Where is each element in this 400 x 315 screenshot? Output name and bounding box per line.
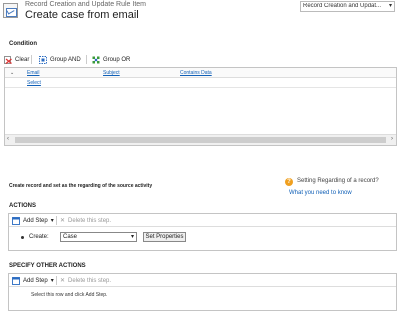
add-step-button[interactable]: Add Step ▾: [12, 275, 54, 286]
create-entity-select[interactable]: Case ▾: [60, 232, 137, 242]
toolbar-divider: [56, 216, 57, 225]
group-or-label: Group OR: [103, 56, 131, 63]
delete-icon: ✕: [60, 218, 66, 224]
entity-title: Record Creation and Update Rule Item: [25, 1, 147, 8]
condition-column-subject[interactable]: Subject: [103, 70, 120, 76]
actions-panel: Add Step ▾ ✕ Delete this step. Create: C…: [8, 213, 397, 251]
add-step-icon: [12, 276, 20, 285]
chevron-down-icon: ▾: [130, 234, 134, 240]
condition-row-select[interactable]: Select: [27, 80, 41, 86]
collapse-chevron-icon[interactable]: ⌄: [10, 70, 14, 76]
record-rule-icon: [3, 3, 18, 18]
delete-step-label: Delete this step.: [68, 217, 112, 224]
delete-icon: ✕: [60, 278, 66, 284]
actions-toolbar: Add Step ▾ ✕ Delete this step.: [9, 214, 396, 227]
step-bullet: [21, 236, 24, 239]
record-selector-value: Record Creation and Updat...: [303, 3, 382, 9]
help-icon: ?: [285, 178, 293, 186]
other-actions-toolbar: Add Step ▾ ✕ Delete this step.: [9, 274, 396, 287]
chevron-down-icon: ▾: [388, 3, 392, 9]
action-step-row[interactable]: Create: Case ▾ Set Properties: [9, 232, 396, 246]
create-entity-value: Case: [63, 234, 78, 240]
delete-step-label: Delete this step.: [68, 277, 112, 284]
clear-icon: [4, 55, 12, 64]
add-step-button[interactable]: Add Step ▾: [12, 215, 54, 226]
delete-step-button[interactable]: ✕ Delete this step.: [60, 215, 111, 226]
scroll-right-icon[interactable]: ›: [391, 136, 393, 142]
set-properties-button[interactable]: Set Properties: [143, 232, 186, 242]
add-step-icon: [12, 216, 20, 225]
toolbar-divider: [56, 276, 57, 285]
add-step-label: Add Step: [23, 277, 48, 284]
condition-column-contains-data[interactable]: Contains Data: [180, 70, 212, 76]
clear-button[interactable]: Clear: [4, 54, 29, 65]
group-or-button[interactable]: Group OR: [92, 54, 130, 65]
condition-grid: ⌄ Email Subject Contains Data Select ‹ ›: [4, 67, 397, 146]
group-or-icon: [92, 56, 100, 64]
actions-label: ACTIONS: [9, 203, 36, 209]
scroll-left-icon[interactable]: ‹: [7, 136, 9, 142]
other-actions-label: SPECIFY OTHER ACTIONS: [9, 263, 86, 269]
create-label: Create:: [29, 234, 49, 240]
group-and-button[interactable]: Group AND: [39, 54, 81, 65]
help-link[interactable]: What you need to know: [289, 190, 352, 196]
add-step-label: Add Step: [23, 217, 48, 224]
record-selector[interactable]: Record Creation and Updat... ▾: [300, 1, 395, 12]
form-header: Record Creation and Update Rule Item Cre…: [0, 0, 400, 26]
add-step-hint: Select this row and click Add Step.: [31, 292, 108, 298]
condition-grid-header: ⌄ Email Subject Contains Data: [5, 68, 396, 78]
toolbar-divider: [86, 55, 87, 64]
chevron-down-icon: ▾: [50, 278, 54, 284]
condition-label: Condition: [9, 41, 37, 47]
toolbar-divider: [31, 55, 32, 64]
condition-column-email[interactable]: Email: [27, 70, 40, 76]
horizontal-scrollbar[interactable]: ‹ ›: [5, 134, 396, 145]
page-title: Create case from email: [25, 9, 139, 21]
table-row[interactable]: Select: [5, 78, 396, 88]
help-question: Setting Regarding of a record?: [297, 178, 379, 184]
source-activity-heading: Create record and set as the regarding o…: [9, 183, 153, 189]
delete-step-button[interactable]: ✕ Delete this step.: [60, 275, 111, 286]
group-and-label: Group AND: [50, 56, 81, 63]
scrollbar-thumb[interactable]: [15, 137, 386, 143]
group-and-icon: [39, 55, 47, 64]
clear-label: Clear: [15, 56, 30, 63]
chevron-down-icon: ▾: [50, 218, 54, 224]
other-actions-panel: Add Step ▾ ✕ Delete this step. Select th…: [8, 273, 397, 311]
